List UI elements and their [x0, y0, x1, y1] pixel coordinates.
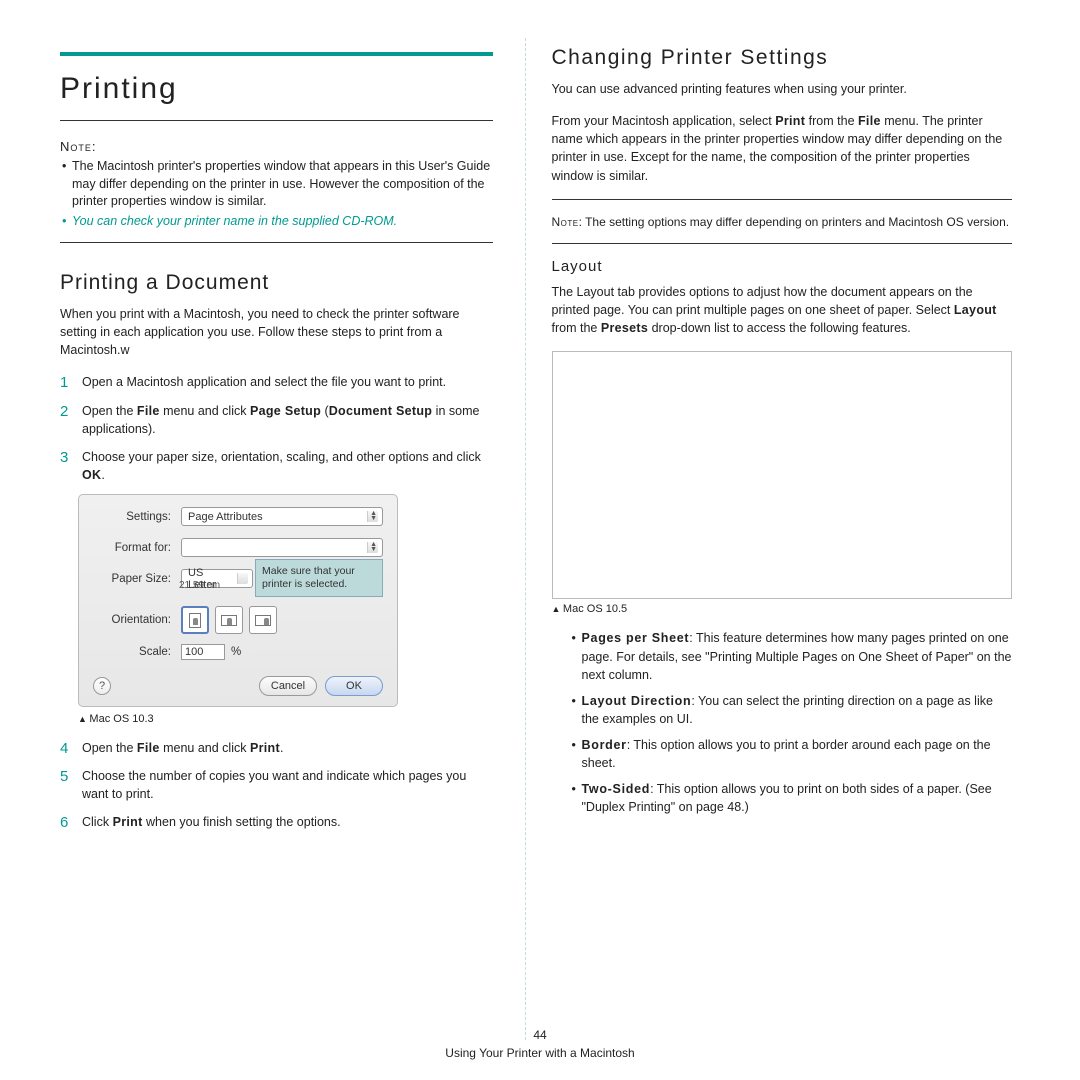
- intro-text: When you print with a Macintosh, you nee…: [60, 305, 493, 359]
- settings-value: Page Attributes: [188, 511, 263, 523]
- feature-item: Two-Sided: This option allows you to pri…: [572, 780, 1013, 816]
- step-item: Click Print when you finish setting the …: [60, 813, 493, 831]
- figure-caption: Mac OS 10.3: [78, 713, 493, 725]
- subsection-title: Layout: [552, 258, 1013, 275]
- footer-text: Using Your Printer with a Macintosh: [0, 1044, 1080, 1062]
- page-footer: 44 Using Your Printer with a Macintosh: [0, 1026, 1080, 1062]
- feature-item: Border: This option allows you to print …: [572, 736, 1013, 772]
- scale-label: Scale:: [93, 646, 181, 658]
- orientation-reverse-button[interactable]: [249, 606, 277, 634]
- feature-item: Pages per Sheet: This feature determines…: [572, 629, 1013, 683]
- rule: [552, 243, 1013, 244]
- step-item: Open a Macintosh application and select …: [60, 373, 493, 391]
- paper-sub-label: 21.59 cm: [179, 580, 220, 591]
- subsection-title: Printing a Document: [60, 271, 493, 295]
- orientation-label: Orientation:: [93, 614, 181, 626]
- body-text: You can use advanced printing features w…: [552, 80, 1013, 98]
- format-label: Format for:: [93, 542, 181, 554]
- format-select[interactable]: ▲▼: [181, 538, 383, 557]
- body-text: From your Macintosh application, select …: [552, 112, 1013, 185]
- printer-callout: Make sure that your printer is selected.: [255, 559, 383, 597]
- column-divider: [525, 38, 526, 1040]
- feature-item: Layout Direction: You can select the pri…: [572, 692, 1013, 728]
- paper-label: Paper Size:: [93, 573, 181, 585]
- step-item: Open the File menu and click Page Setup …: [60, 402, 493, 438]
- rule: [60, 242, 493, 243]
- step-item: Choose the number of copies you want and…: [60, 767, 493, 803]
- figure-caption: Mac OS 10.5: [552, 603, 1013, 615]
- cancel-button[interactable]: Cancel: [259, 676, 317, 696]
- page-number: 44: [0, 1026, 1080, 1044]
- section-title: Changing Printer Settings: [552, 46, 1013, 70]
- settings-select[interactable]: Page Attributes ▲▼: [181, 507, 383, 526]
- note-label: Note:: [60, 139, 493, 154]
- ok-button[interactable]: OK: [325, 676, 383, 696]
- body-text: The Layout tab provides options to adjus…: [552, 283, 1013, 337]
- help-button[interactable]: ?: [93, 677, 111, 695]
- orientation-portrait-button[interactable]: [181, 606, 209, 634]
- rule: [552, 199, 1013, 200]
- settings-label: Settings:: [93, 511, 181, 523]
- step-item: Open the File menu and click Print.: [60, 739, 493, 757]
- scale-input[interactable]: 100: [181, 644, 225, 660]
- step-item: Choose your paper size, orientation, sca…: [60, 448, 493, 484]
- note-item: The Macintosh printer's properties windo…: [60, 158, 493, 211]
- layout-screenshot-placeholder: [552, 351, 1013, 599]
- scale-percent: %: [231, 646, 241, 658]
- orientation-landscape-button[interactable]: [215, 606, 243, 634]
- section-title: Printing: [60, 52, 493, 121]
- note-item-italic: You can check your printer name in the s…: [60, 213, 493, 231]
- note-text: Note: The setting options may differ dep…: [552, 214, 1013, 231]
- page-setup-dialog: Settings: Page Attributes ▲▼ Format for:…: [78, 494, 398, 707]
